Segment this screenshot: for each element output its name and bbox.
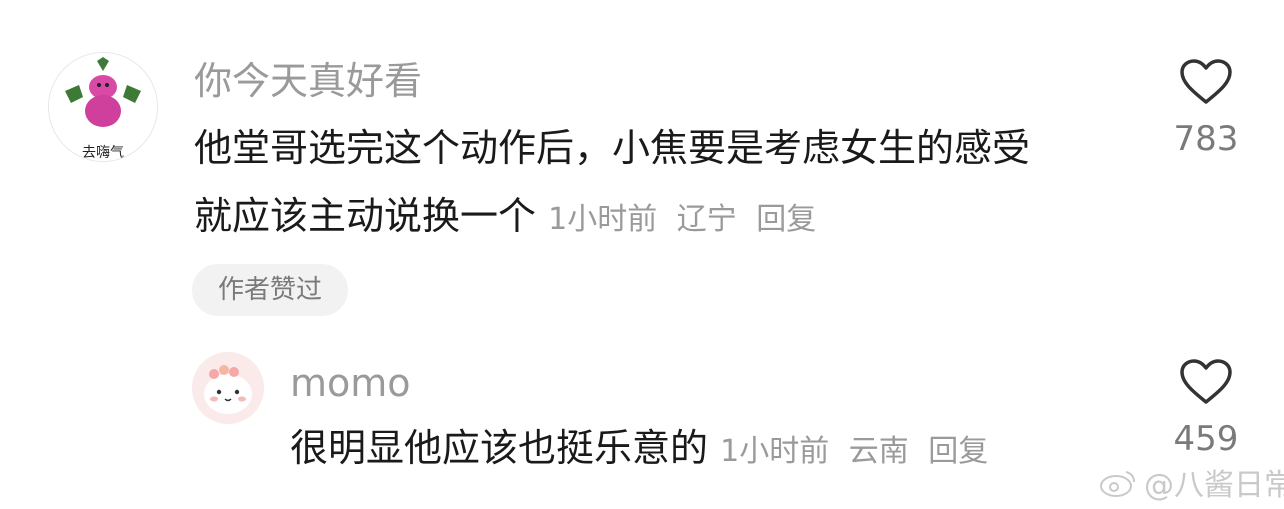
like-count: 783 (1173, 119, 1239, 159)
heart-icon[interactable] (1179, 58, 1233, 106)
weibo-icon (1100, 471, 1135, 497)
like-button[interactable]: 783 (1156, 58, 1256, 156)
reply-button[interactable]: 回复 (756, 202, 816, 237)
reply-time: 1小时前 (720, 434, 830, 469)
reply-text: 很明显他应该也挺乐意的 (290, 426, 709, 470)
like-count: 459 (1173, 419, 1239, 459)
reply-location: 云南 (848, 434, 909, 469)
comment-meta: 1小时前 辽宁 回复 (548, 202, 826, 237)
reply-button[interactable]: 回复 (928, 434, 988, 469)
comment-time: 1小时前 (548, 202, 658, 237)
reply-text-line: 很明显他应该也挺乐意的 1小时前 云南 回复 (290, 414, 998, 486)
comment-location: 辽宁 (676, 202, 737, 237)
comment-text-line-2: 就应该主动说换一个 1小时前 辽宁 回复 (194, 182, 826, 254)
comment-text: 就应该主动说换一个 (194, 194, 537, 238)
avatar[interactable] (192, 352, 264, 424)
avatar-image (192, 352, 264, 424)
avatar-image: 去嗨气 (49, 53, 157, 161)
like-button[interactable]: 459 (1156, 358, 1256, 456)
reply-meta: 1小时前 云南 回复 (720, 434, 998, 469)
comment-text-line-1: 他堂哥选完这个动作后，小焦要是考虑女生的感受 (194, 126, 1031, 170)
avatar-caption: 去嗨气 (82, 145, 124, 161)
author-liked-badge: 作者赞过 (192, 264, 348, 316)
reply-username[interactable]: momo (290, 364, 411, 402)
heart-icon[interactable] (1179, 358, 1233, 406)
comment-username[interactable]: 你今天真好看 (194, 62, 422, 100)
watermark-text: @八酱日常 (1144, 468, 1284, 503)
avatar[interactable]: 去嗨气 (48, 52, 158, 162)
watermark: @八酱日常 (1098, 460, 1284, 504)
